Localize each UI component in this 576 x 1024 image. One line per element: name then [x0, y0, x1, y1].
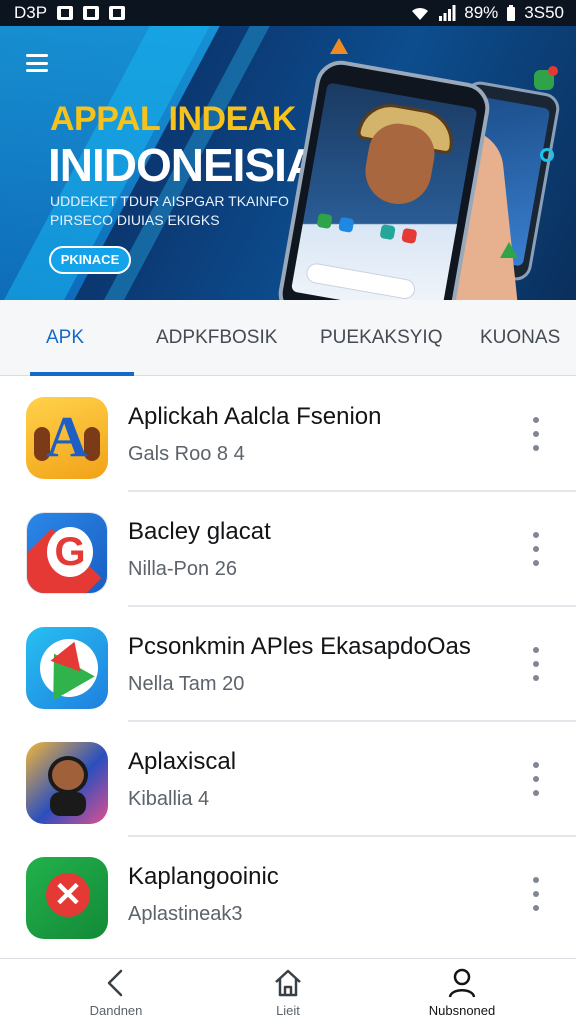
tab-kuonas[interactable]: KUONAS	[480, 300, 560, 376]
app-title: Aplaxiscal	[128, 748, 237, 775]
app-title: Kaplangooinic	[128, 863, 279, 890]
app-subtitle: Kiballia 4	[128, 788, 210, 810]
decor-triangle-icon	[500, 242, 518, 258]
wifi-icon	[412, 7, 429, 21]
nav-label: Nubsnoned	[428, 1003, 496, 1018]
clock: 3S50	[524, 3, 564, 22]
status-right: 89% 3S50	[410, 3, 564, 23]
hero-banner[interactable]: APPAL INDEAK INIDONEISIA UDDEKET TDUR AI…	[0, 26, 576, 300]
more-options-icon[interactable]	[528, 877, 544, 911]
decor-triangle-icon	[330, 38, 348, 54]
hero-subtitle: UDDEKET TDUR AISPGAR TKAINFO PIRSECO DIU…	[50, 193, 289, 228]
gallery-icon	[109, 6, 126, 20]
back-icon	[107, 969, 123, 997]
hero-title-line1: APPAL INDEAK	[50, 100, 296, 138]
active-tab-indicator	[30, 372, 134, 376]
battery-icon	[507, 5, 516, 21]
menu-icon[interactable]	[26, 54, 48, 72]
app-subtitle: Nella Tam 20	[128, 673, 245, 695]
list-item[interactable]: Aplaxiscal Kiballia 4	[0, 722, 576, 837]
x-circle-icon: ✕	[26, 857, 108, 939]
notification-icon	[57, 6, 74, 20]
message-icon	[83, 6, 100, 20]
more-options-icon[interactable]	[528, 532, 544, 566]
app-subtitle: Aplastineak3	[128, 903, 243, 925]
status-left: D3P	[14, 3, 126, 23]
nav-back[interactable]: Dandnen	[56, 967, 176, 1023]
app-subtitle: Gals Roo 8 4	[128, 443, 245, 465]
app-title: Pcsonkmin APles EkasapdoOas	[128, 633, 471, 660]
character-icon	[26, 742, 108, 824]
hero-cta-button[interactable]: PKINACE	[49, 246, 131, 274]
signal-icon	[439, 5, 456, 21]
more-options-icon[interactable]	[528, 417, 544, 451]
home-icon	[275, 969, 301, 997]
status-bar: D3P 89% 3S50	[0, 0, 576, 26]
decor-ring-icon	[540, 148, 554, 162]
list-item[interactable]: G Bacley glacat Nilla-Pon 26	[0, 492, 576, 607]
status-left-text: D3P	[14, 3, 48, 22]
g-logo-icon: G	[26, 512, 108, 594]
list-item[interactable]: ✕ Kaplangooinic Aplastineak3	[0, 837, 576, 952]
category-tabs: APK ADPKFBOSIK PUEKAKSYIQ KUONAS	[0, 300, 576, 376]
hero-title-line2: INIDONEISIA	[48, 139, 319, 191]
maps-icon	[26, 627, 108, 709]
nav-profile[interactable]: Nubsnoned	[402, 967, 522, 1023]
tab-puekaksyiq[interactable]: PUEKAKSYIQ	[320, 300, 443, 376]
letter-a-icon: A	[26, 397, 108, 479]
tab-apk[interactable]: APK	[46, 300, 84, 376]
app-title: Bacley glacat	[128, 518, 271, 545]
list-item[interactable]: A Aplickah Aalcla Fsenion Gals Roo 8 4	[0, 377, 576, 492]
tab-adpkfbosik[interactable]: ADPKFBOSIK	[156, 300, 277, 376]
nav-home[interactable]: Lieit	[228, 967, 348, 1023]
notification-badge-icon	[534, 66, 558, 90]
more-options-icon[interactable]	[528, 762, 544, 796]
nav-label: Lieit	[276, 1003, 300, 1018]
app-subtitle: Nilla-Pon 26	[128, 558, 237, 580]
list-item[interactable]: Pcsonkmin APles EkasapdoOas Nella Tam 20	[0, 607, 576, 722]
app-title: Aplickah Aalcla Fsenion	[128, 403, 382, 430]
bottom-navigation: Dandnen Lieit Nubsnoned	[0, 958, 576, 1024]
profile-icon	[448, 968, 476, 998]
more-options-icon[interactable]	[528, 647, 544, 681]
phone-illustration	[274, 56, 494, 300]
nav-label: Dandnen	[89, 1003, 143, 1018]
battery-level: 89%	[464, 3, 499, 22]
